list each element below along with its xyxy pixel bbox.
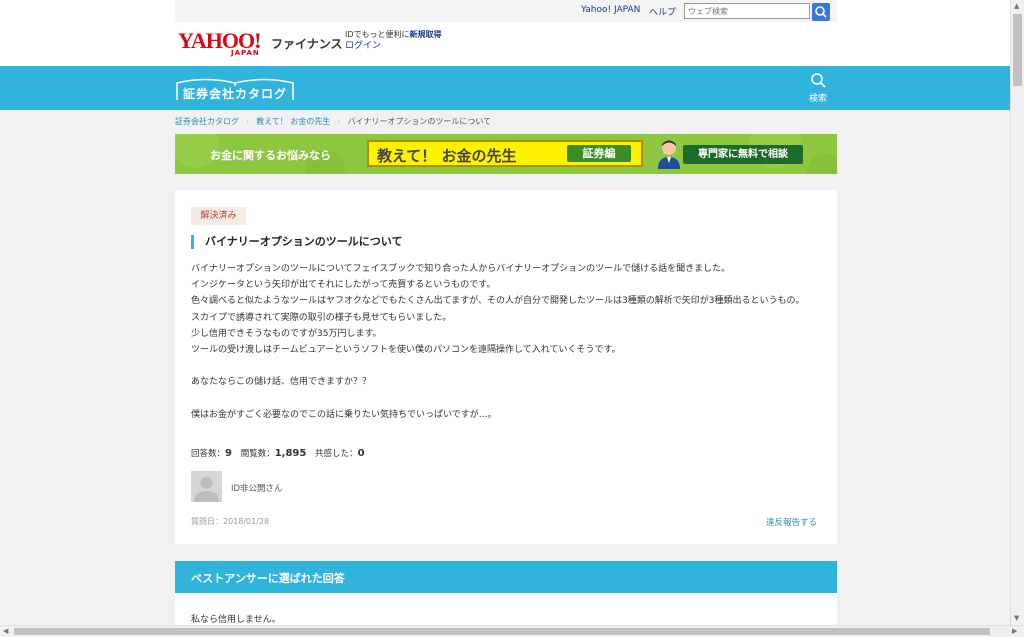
best-answer-header: ベストアンサーに選ばれた回答 <box>175 561 837 593</box>
views-count: 1,895 <box>274 448 307 459</box>
promo-text: IDでもっと便利に <box>345 30 410 39</box>
best-answer-text: 私なら信用しません。 <box>191 615 281 625</box>
vertical-scroll-thumb[interactable] <box>1013 14 1022 86</box>
search-icon <box>811 73 826 88</box>
advisor-icon <box>658 140 680 169</box>
question-line: インジケータという矢印が出てそれにしたがって売買するというものです。 <box>191 280 496 291</box>
breadcrumb-current: バイナリーオプションのツールについて <box>347 117 492 126</box>
status-badge: 解決済み <box>191 207 246 225</box>
utility-bar: Yahoo! JAPAN ヘルプ <box>175 0 837 22</box>
questioner-name: ID非公開さん <box>231 484 283 494</box>
question-stats: 回答数：9 閲覧数：1,895 共感した：0 <box>191 447 371 459</box>
question-line: 少し信用できそうなものですが35万円します。 <box>191 328 382 339</box>
horizontal-scrollbar[interactable]: ◀ ▶ <box>0 625 1024 637</box>
breadcrumb-chiebukuro[interactable]: 教えて！ お金の先生 <box>256 117 330 126</box>
scroll-right-icon[interactable]: ▶ <box>1012 627 1017 635</box>
answers-count: 9 <box>225 448 232 459</box>
empathy-label: 共感した： <box>315 449 358 459</box>
question-line: あなたならこの儲け話、信用できますか？？ <box>191 377 372 388</box>
question-date: 質問日：2018/01/28 <box>191 517 270 526</box>
yahoo-logo-sub: JAPAN <box>231 49 260 57</box>
breadcrumb: 証券会社カタログ › 教えて！ お金の先生 › バイナリーオプションのツールについて <box>175 117 492 126</box>
question-body: バイナリーオプションのツールについてフェイスブックで知り合った人からバイナリーオ… <box>191 261 821 423</box>
catalog-logo[interactable]: 証券会社カタログ <box>175 76 295 102</box>
vertical-scrollbar[interactable]: ▲ ▼ <box>1010 0 1024 625</box>
question-line: 色々調べると似たようなツールはヤフオクなどでもたくさん出てますが、その人が自分で… <box>191 296 805 307</box>
yahoo-finance-logo[interactable]: YAHOO! JAPAN ファイナンス <box>178 30 343 58</box>
views-label: 閲覧数： <box>240 449 275 459</box>
nav-search-button[interactable]: 検索 <box>803 72 833 104</box>
report-violation-link[interactable]: 違反報告する <box>766 516 817 528</box>
consult-banner[interactable]: お金に関するお悩みなら 教えて！ お金の先生 証券編 専門家に無料で相談 <box>175 134 837 174</box>
user-icon <box>194 477 219 502</box>
web-search-button[interactable] <box>812 3 830 21</box>
register-link[interactable]: 新規取得 <box>410 30 442 39</box>
answers-label: 回答数： <box>191 449 226 459</box>
empathy-count: 0 <box>357 448 365 459</box>
scroll-up-icon[interactable]: ▲ <box>1014 2 1019 10</box>
catalog-nav-bar: 証券会社カタログ 検索 <box>0 66 1010 110</box>
banner-lead-text: お金に関するお悩みなら <box>210 149 331 162</box>
scroll-left-icon[interactable]: ◀ <box>3 627 8 635</box>
finance-logo-text: ファイナンス <box>271 37 343 51</box>
horizontal-scroll-thumb[interactable] <box>14 628 990 635</box>
question-line: ツールの受け渡しはチームビュアーというソフトを使い僕のパソコンを遠隔操作して入れ… <box>191 345 621 356</box>
yahoo-japan-link[interactable]: Yahoo! JAPAN <box>581 5 640 15</box>
question-line <box>191 358 821 374</box>
nav-search-label: 検索 <box>808 94 827 104</box>
question-line <box>191 391 821 407</box>
web-search-input[interactable] <box>684 3 810 19</box>
search-icon <box>815 6 827 18</box>
site-header: Yahoo! JAPAN ヘルプ YAHOO! JAPAN ファイナンス IDで… <box>0 0 1010 66</box>
account-promo: IDでもっと便利に新規取得 ログイン <box>345 29 442 52</box>
question-line: 僕はお金がすごく必要なのでこの話に乗りたい気持ちでいっぱいですが…。 <box>191 409 497 420</box>
avatar <box>191 471 222 502</box>
breadcrumb-catalog[interactable]: 証券会社カタログ <box>175 117 239 126</box>
question-line: バイナリーオプションのツールについてフェイスブックで知り合った人からバイナリーオ… <box>191 264 731 274</box>
banner-title: 教えて！ お金の先生 <box>377 147 517 165</box>
login-link[interactable]: ログイン <box>345 41 381 51</box>
scroll-down-icon[interactable]: ▼ <box>1014 614 1019 622</box>
banner-title-box: 教えて！ お金の先生 証券編 <box>367 140 643 167</box>
banner-tag: 証券編 <box>567 145 631 162</box>
question-card: 解決済み バイナリーオプションのツールについて バイナリーオプションのツールにつ… <box>175 190 837 544</box>
consult-expert-button[interactable]: 専門家に無料で相談 <box>683 145 803 164</box>
best-answer-title: ベストアンサーに選ばれた回答 <box>191 572 345 585</box>
question-line: スカイプで誘導されて実際の取引の様子も見せてもらいました。 <box>191 312 452 323</box>
catalog-title: 証券会社カタログ <box>183 87 288 101</box>
question-title: バイナリーオプションのツールについて <box>191 235 402 249</box>
help-link[interactable]: ヘルプ <box>649 5 676 18</box>
